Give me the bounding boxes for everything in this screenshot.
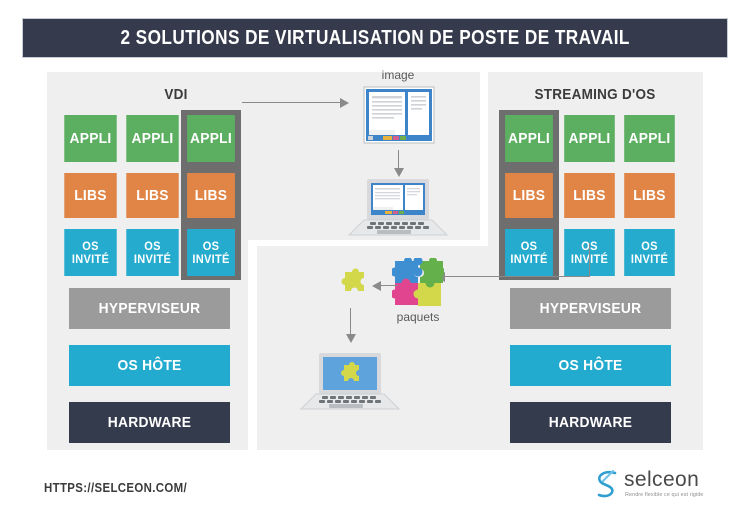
block-vdi-hypervisor: HYPERVISEUR: [69, 288, 230, 329]
block-vdi-appli-2: APPLI: [126, 115, 179, 162]
block-vdi-os-3-line2: INVITÉ: [192, 251, 230, 266]
footer-url[interactable]: HTTPS://SELCEON.COM/: [44, 480, 187, 495]
block-streaming-libs-2: LIBS: [564, 173, 615, 218]
arrow-packages-to-piece-line: [380, 285, 398, 286]
block-streaming-host-os: OS HÔTE: [510, 345, 671, 386]
block-streaming-os-1: OS INVITÉ: [505, 229, 553, 276]
block-vdi-libs-2: LIBS: [126, 173, 179, 218]
block-streaming-appli-2: APPLI: [564, 115, 615, 162]
selceon-mark-icon: [597, 469, 617, 498]
arrow-piece-to-laptop-head: [346, 334, 356, 343]
arrow-vdi-to-image-line: [242, 102, 340, 103]
block-streaming-hardware: HARDWARE: [510, 402, 671, 443]
page-title-bar: 2 SOLUTIONS DE VIRTUALISATION DE POSTE D…: [22, 18, 728, 58]
arrow-image-to-laptop-head: [394, 168, 404, 177]
diagram-canvas: 2 SOLUTIONS DE VIRTUALISATION DE POSTE D…: [0, 0, 750, 516]
panel-divider-horizontal: [248, 240, 488, 246]
block-vdi-libs-1: LIBS: [64, 173, 117, 218]
selceon-logo-tagline: Rendre flexible ce qui est rigide: [625, 492, 704, 498]
panel-divider-vertical-left: [248, 240, 257, 452]
page-title: 2 SOLUTIONS DE VIRTUALISATION DE POSTE D…: [120, 26, 630, 49]
block-vdi-os-2: OS INVITÉ: [126, 229, 179, 276]
panel-title-vdi: VDI: [164, 86, 188, 103]
arrow-streaming-to-packages-riser: [589, 243, 590, 277]
block-streaming-appli-3: APPLI: [624, 115, 675, 162]
block-streaming-hypervisor: HYPERVISEUR: [510, 288, 671, 329]
block-streaming-appli-1: APPLI: [505, 115, 553, 162]
selceon-logo[interactable]: selceon Rendre flexible ce qui est rigid…: [594, 468, 734, 504]
arrow-image-to-laptop-line: [398, 150, 399, 170]
block-streaming-os-3-line2: INVITÉ: [630, 251, 669, 266]
block-vdi-host-os: OS HÔTE: [69, 345, 230, 386]
arrow-piece-to-laptop-line: [350, 308, 351, 336]
block-streaming-os-1-line2: INVITÉ: [510, 251, 548, 266]
block-vdi-appli-1: APPLI: [64, 115, 117, 162]
block-vdi-os-1-line2: INVITÉ: [71, 251, 110, 266]
block-vdi-os-2-line2: INVITÉ: [133, 251, 172, 266]
selceon-logo-name: selceon: [624, 468, 700, 491]
laptop-streaming-icon: [299, 353, 401, 410]
caption-image: image: [381, 68, 415, 82]
laptop-vdi-icon: [347, 179, 449, 236]
puzzle-set-icon: [392, 258, 444, 306]
caption-packages: paquets: [396, 310, 440, 324]
block-streaming-os-3: OS INVITÉ: [624, 229, 675, 276]
arrow-streaming-to-packages-line: [445, 276, 590, 277]
block-vdi-hardware: HARDWARE: [69, 402, 230, 443]
arrow-packages-to-piece-head: [372, 281, 381, 291]
puzzle-piece-icon: [341, 268, 364, 291]
block-streaming-libs-1: LIBS: [505, 173, 553, 218]
block-vdi-appli-3: APPLI: [187, 115, 235, 162]
disk-image-icon: [363, 86, 435, 144]
panel-divider-vertical-right: [480, 72, 488, 242]
block-vdi-libs-3: LIBS: [187, 173, 235, 218]
arrow-vdi-to-image-head: [340, 98, 349, 108]
panel-title-streaming: STREAMING D'OS: [534, 86, 656, 103]
block-streaming-libs-3: LIBS: [624, 173, 675, 218]
block-vdi-os-1: OS INVITÉ: [64, 229, 117, 276]
block-vdi-os-3: OS INVITÉ: [187, 229, 235, 276]
